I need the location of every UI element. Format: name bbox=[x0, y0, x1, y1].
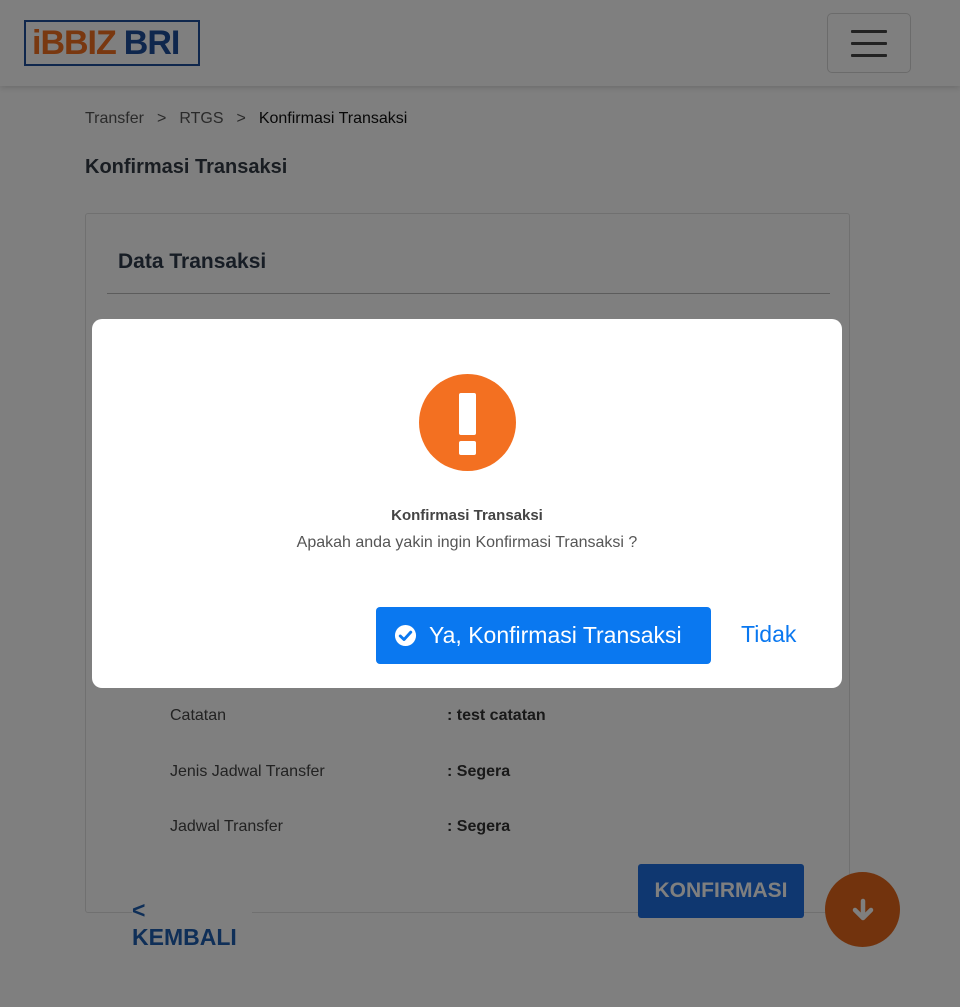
dialog-title: Konfirmasi Transaksi bbox=[391, 507, 543, 524]
confirm-yes-label: Ya, Konfirmasi Transaksi bbox=[429, 622, 682, 648]
check-circle-icon bbox=[394, 624, 417, 647]
dialog-message: Apakah anda yakin ingin Konfirmasi Trans… bbox=[296, 534, 638, 551]
confirm-yes-button[interactable]: Ya, Konfirmasi Transaksi bbox=[376, 607, 711, 664]
confirmation-dialog: Konfirmasi Transaksi Apakah anda yakin i… bbox=[92, 319, 842, 688]
exclamation-icon bbox=[419, 374, 516, 471]
cancel-no-button[interactable]: Tidak bbox=[741, 621, 796, 648]
